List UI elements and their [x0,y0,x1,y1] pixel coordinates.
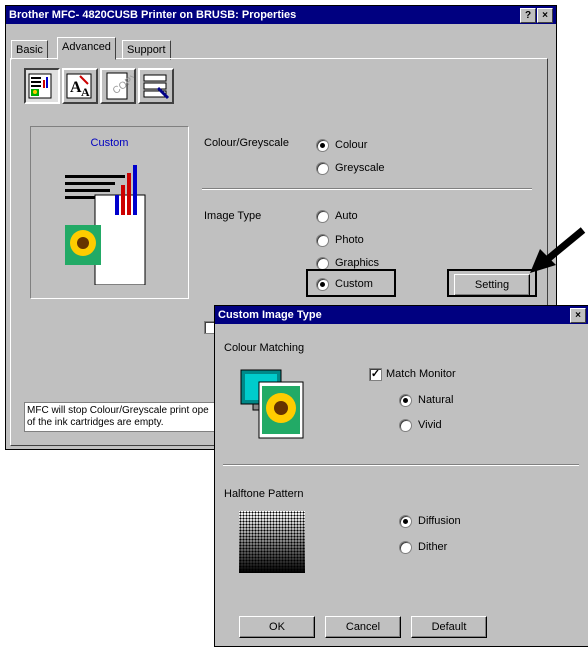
font-button[interactable]: A A [62,68,98,104]
print-quality-button[interactable] [24,68,60,104]
dialog-titlebar: Custom Image Type × [215,306,588,324]
window-title: Brother MFC- 4820CUSB Printer on BRUSB: … [9,9,297,21]
preview-frame: Custom [30,126,189,299]
auto-radio[interactable] [316,210,329,223]
watermark-button[interactable]: COPY [100,68,141,104]
section-divider [202,188,532,190]
help-button[interactable]: ? [520,8,536,23]
print-quality-icon [28,73,52,99]
tab-support[interactable]: Support [122,40,171,60]
status-message: MFC will stop Colour/Greyscale print ope… [24,402,230,432]
properties-titlebar: Brother MFC- 4820CUSB Printer on BRUSB: … [6,6,556,24]
monitor-sunflower-icon [240,369,304,439]
match-monitor-checkbox[interactable]: ✓ [369,368,382,381]
colour-matching-label: Colour Matching [224,342,305,354]
dialog-title: Custom Image Type [218,309,322,321]
close-button[interactable]: × [537,8,553,23]
colour-option-label[interactable]: Colour [335,139,367,151]
dialog-close-button[interactable]: × [570,308,586,323]
graphics-option-label[interactable]: Graphics [335,257,379,269]
svg-text:A: A [81,85,90,99]
diffusion-radio[interactable] [399,515,412,528]
match-monitor-label[interactable]: Match Monitor [386,368,456,380]
halftone-pattern-label: Halftone Pattern [224,488,304,500]
cancel-button[interactable]: Cancel [325,616,401,638]
greyscale-option-label[interactable]: Greyscale [335,162,385,174]
preview-label: Custom [90,137,129,149]
auto-option-label[interactable]: Auto [335,210,358,222]
custom-highlight-box [306,269,396,297]
dialog-divider [223,464,579,466]
ok-button[interactable]: OK [239,616,315,638]
vivid-option-label[interactable]: Vivid [418,419,442,431]
colour-greyscale-label: Colour/Greyscale [204,137,289,149]
tab-basic[interactable]: Basic [11,40,48,60]
custom-image-type-dialog: Custom Image Type × Colour Matching ✓ Ma… [214,305,588,647]
arrow-pointer-icon [530,227,586,273]
colour-radio[interactable] [316,139,329,152]
status-line-1: MFC will stop Colour/Greyscale print ope [27,405,209,416]
dither-option-label[interactable]: Dither [418,541,447,553]
photo-radio[interactable] [316,234,329,247]
dither-radio[interactable] [399,541,412,554]
status-line-2: of the ink cartridges are empty. [27,417,164,428]
device-options-icon [143,74,170,100]
natural-radio[interactable] [399,394,412,407]
natural-option-label[interactable]: Natural [418,394,453,406]
halftone-dots-icon [239,511,305,573]
default-button[interactable]: Default [411,616,487,638]
diffusion-option-label[interactable]: Diffusion [418,515,461,527]
greyscale-radio[interactable] [316,162,329,175]
photo-option-label[interactable]: Photo [335,234,364,246]
watermark-icon: COPY [106,71,141,100]
tab-advanced[interactable]: Advanced [57,37,116,60]
font-icon: A A [66,73,92,99]
vivid-radio[interactable] [399,419,412,432]
setting-highlight-box [447,269,537,297]
image-type-label: Image Type [204,210,262,222]
sunflower-page-icon [65,165,146,285]
device-options-button[interactable] [138,68,174,104]
